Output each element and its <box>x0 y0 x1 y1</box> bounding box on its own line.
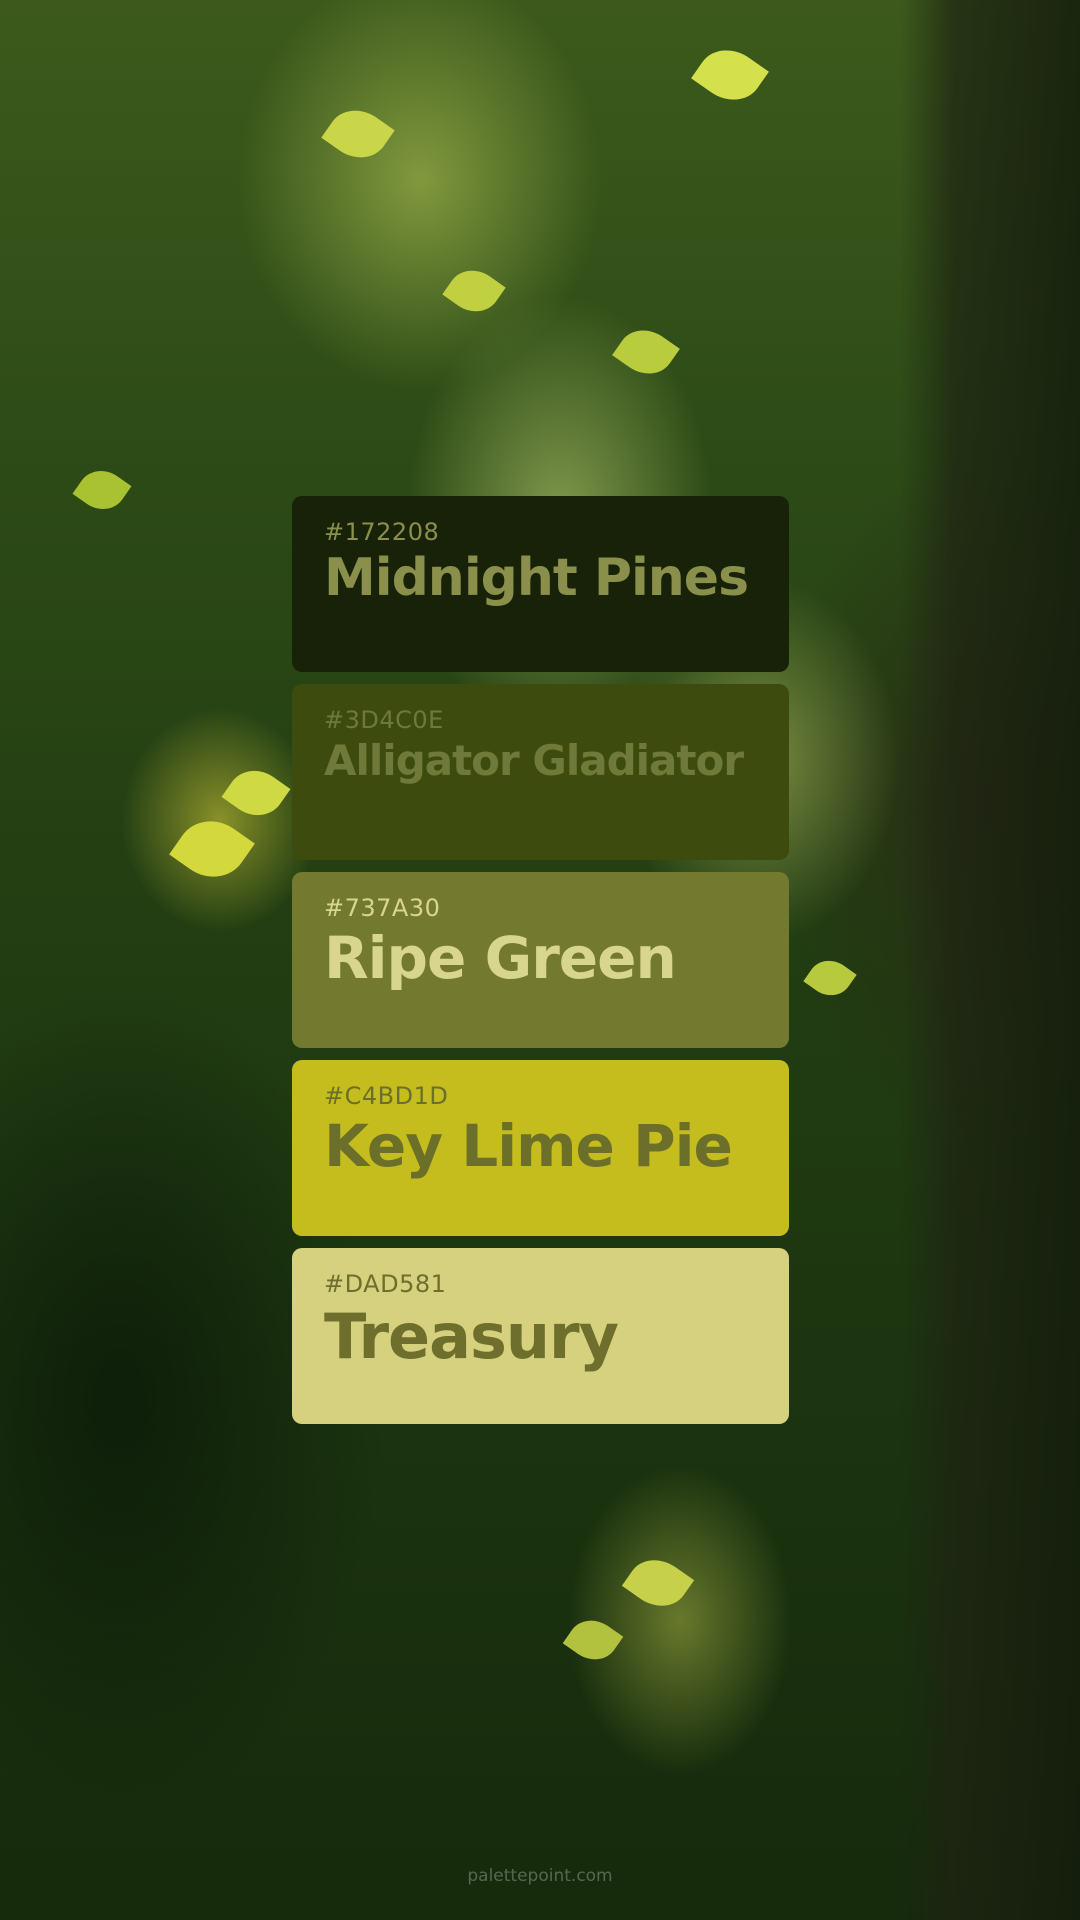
palette-swatch-list: #172208 Midnight Pines #3D4C0E Alligator… <box>292 496 789 1436</box>
swatch-hex-code: #3D4C0E <box>324 706 444 734</box>
leaf-decoration <box>691 37 769 113</box>
swatch-key-lime-pie: #C4BD1D Key Lime Pie <box>292 1060 789 1236</box>
swatch-hex-code: #C4BD1D <box>324 1082 449 1110</box>
leaf-decoration <box>442 260 506 322</box>
swatch-color-name: Ripe Green <box>324 924 677 992</box>
swatch-midnight-pines: #172208 Midnight Pines <box>292 496 789 672</box>
leaf-decoration <box>72 460 132 520</box>
leaf-decoration <box>169 806 255 892</box>
leaf-decoration <box>562 1610 624 1670</box>
tree-trunk <box>900 0 1080 1920</box>
swatch-treasury: #DAD581 Treasury <box>292 1248 789 1424</box>
swatch-hex-code: #DAD581 <box>324 1270 447 1298</box>
leaf-decoration <box>621 1548 695 1618</box>
swatch-hex-code: #172208 <box>324 518 440 546</box>
swatch-hex-code: #737A30 <box>324 894 441 922</box>
swatch-ripe-green: #737A30 Ripe Green <box>292 872 789 1048</box>
swatch-color-name: Midnight Pines <box>324 548 749 608</box>
swatch-color-name: Alligator Gladiator <box>324 736 744 785</box>
leaf-decoration <box>612 319 680 385</box>
watermark-text: palettepoint.com <box>467 1866 613 1886</box>
swatch-color-name: Key Lime Pie <box>324 1112 733 1180</box>
swatch-color-name: Treasury <box>324 1300 619 1373</box>
leaf-decoration <box>803 951 857 1005</box>
leaf-decoration <box>221 759 291 827</box>
swatch-alligator-gladiator: #3D4C0E Alligator Gladiator <box>292 684 789 860</box>
leaf-decoration <box>321 98 395 170</box>
